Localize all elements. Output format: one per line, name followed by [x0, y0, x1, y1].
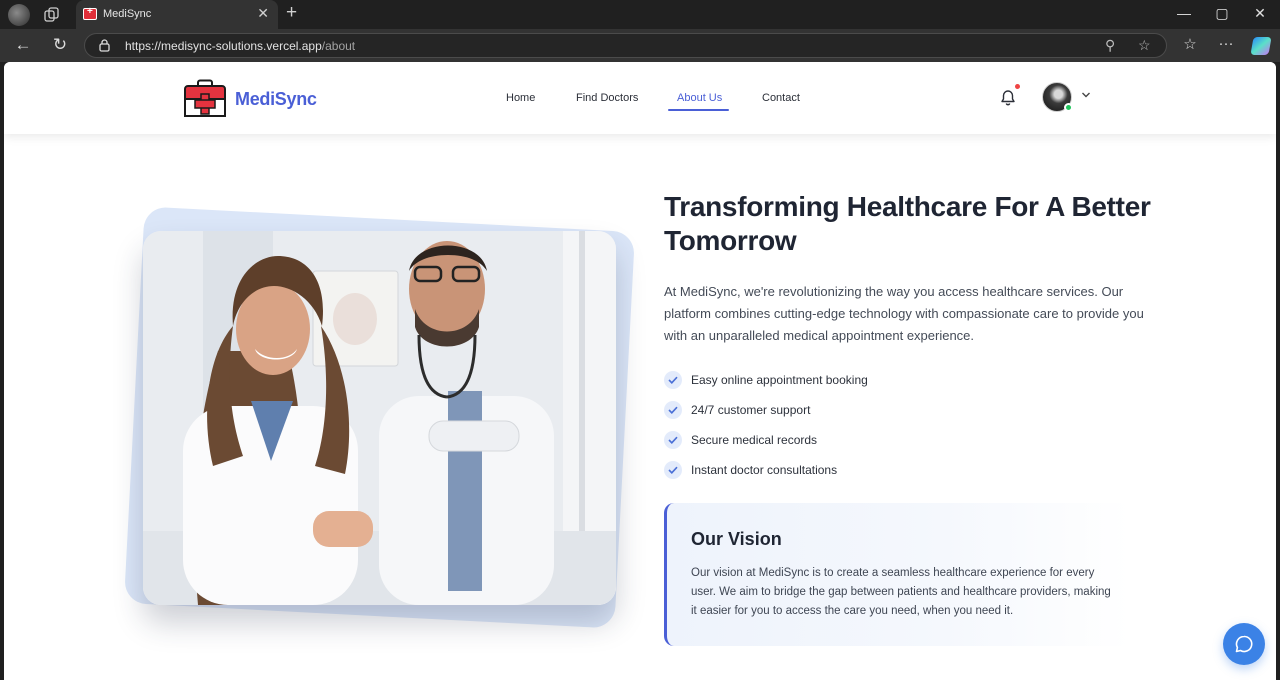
- url-input[interactable]: https://medisync-solutions.vercel.app/ab…: [84, 33, 1167, 58]
- more-menu-icon[interactable]: ···: [1216, 35, 1236, 52]
- feature-label: Easy online appointment booking: [691, 373, 868, 387]
- feature-label: Instant doctor consultations: [691, 463, 838, 477]
- doctors-photo: [143, 231, 616, 605]
- online-status-indicator: [1064, 103, 1073, 112]
- hero-description: At MediSync, we're revolutionizing the w…: [664, 284, 1144, 343]
- chat-button[interactable]: [1223, 623, 1265, 665]
- nav-contact[interactable]: Contact: [762, 92, 800, 104]
- browser-tab-bar: MediSync ✕ + — ▢ ✕: [0, 0, 1280, 29]
- close-icon[interactable]: ✕: [257, 5, 269, 22]
- lock-icon: [99, 39, 110, 52]
- workspaces-icon[interactable]: [43, 6, 61, 24]
- new-tab-icon[interactable]: +: [286, 2, 297, 24]
- chevron-down-icon[interactable]: [1081, 91, 1091, 99]
- zoom-icon[interactable]: ⚲: [1105, 37, 1115, 54]
- site-header: MediSync Home Find Doctors About Us Cont…: [4, 62, 1276, 134]
- bell-icon[interactable]: [1000, 89, 1016, 107]
- medical-kit-logo-icon[interactable]: [184, 79, 226, 117]
- tab-title: MediSync: [103, 8, 152, 20]
- url-text: https://medisync-solutions.vercel.app/ab…: [125, 39, 356, 53]
- refresh-icon[interactable]: ↻: [50, 35, 70, 55]
- favorites-icon[interactable]: ☆: [1180, 35, 1200, 53]
- check-icon: [664, 371, 682, 389]
- profile-avatar-icon[interactable]: [8, 4, 30, 26]
- nav-find-doctors[interactable]: Find Doctors: [576, 92, 638, 104]
- nav-about-us[interactable]: About Us: [677, 92, 722, 104]
- page-viewport: MediSync Home Find Doctors About Us Cont…: [4, 62, 1276, 680]
- browser-address-bar: ← ↻ https://medisync-solutions.vercel.ap…: [0, 29, 1280, 62]
- window-close-icon[interactable]: ✕: [1252, 5, 1268, 22]
- check-icon: [664, 401, 682, 419]
- minimize-icon[interactable]: —: [1176, 5, 1192, 21]
- vision-card: Our Vision Our vision at MediSync is to …: [664, 503, 1130, 646]
- copilot-icon[interactable]: [1250, 37, 1272, 55]
- active-nav-underline: [668, 109, 729, 111]
- vision-text: Our vision at MediSync is to create a se…: [691, 567, 1111, 617]
- tab-favicon-icon: [83, 6, 97, 20]
- feature-label: 24/7 customer support: [691, 403, 811, 417]
- notification-badge: [1015, 84, 1020, 89]
- check-icon: [664, 431, 682, 449]
- back-icon[interactable]: ←: [13, 35, 33, 55]
- nav-home[interactable]: Home: [506, 92, 535, 104]
- favorite-star-icon[interactable]: ☆: [1138, 37, 1151, 54]
- page-title: Transforming Healthcare For A Better Tom…: [664, 191, 1151, 256]
- vision-title: Our Vision: [691, 529, 782, 549]
- feature-label: Secure medical records: [691, 433, 818, 447]
- chat-bubble-icon: [1235, 635, 1253, 653]
- check-icon: [664, 461, 682, 479]
- brand-name[interactable]: MediSync: [235, 89, 317, 110]
- maximize-icon[interactable]: ▢: [1214, 5, 1230, 22]
- browser-tab[interactable]: MediSync ✕: [76, 0, 278, 29]
